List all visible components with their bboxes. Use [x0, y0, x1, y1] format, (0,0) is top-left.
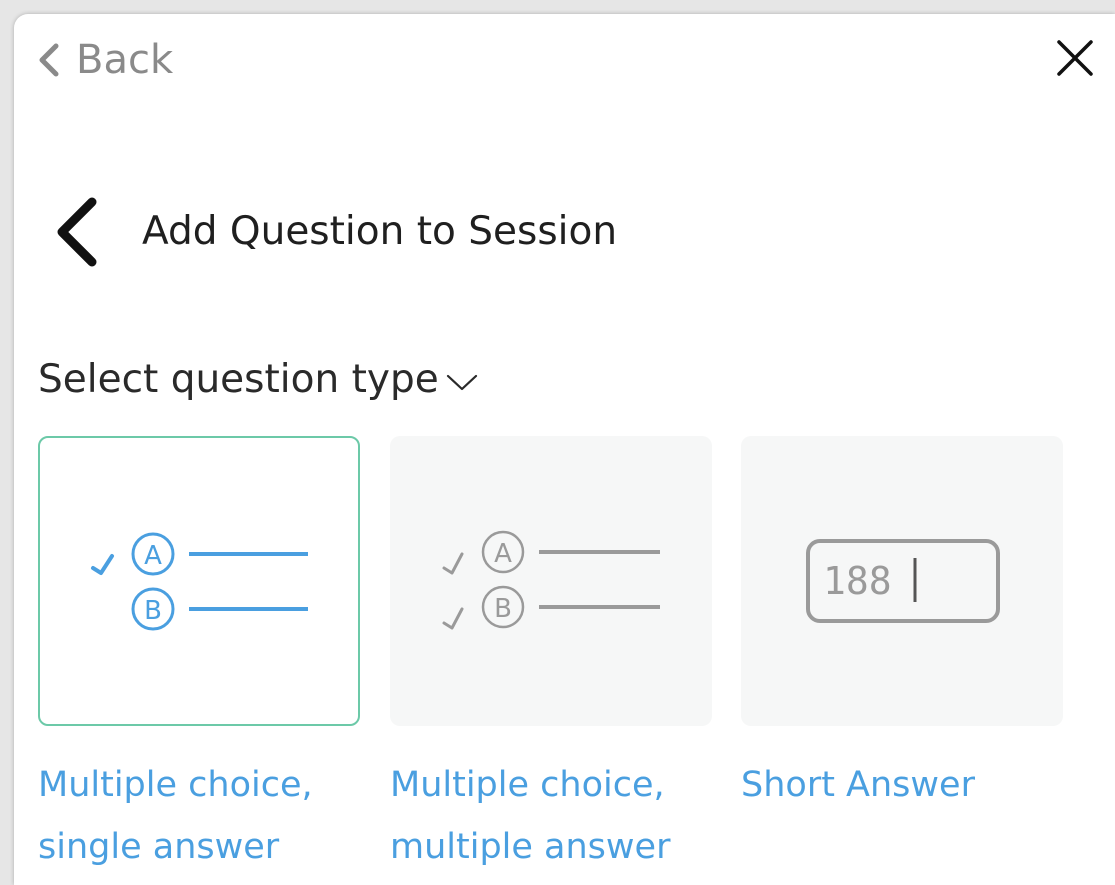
question-type-label: Select question type — [38, 357, 439, 402]
question-type-dropdown[interactable]: Select question type — [38, 356, 479, 404]
short-answer-label-line1: Short Answer — [741, 765, 975, 805]
svg-text:A: A — [144, 541, 162, 571]
close-icon — [1057, 40, 1093, 76]
single-answer-label-line2: single answer — [38, 827, 280, 867]
heading-back-button[interactable] — [54, 196, 114, 268]
question-type-card-multiple-answer[interactable]: A B — [390, 436, 712, 726]
chevron-down-icon — [446, 374, 477, 391]
multiple-answer-label-line1: Multiple choice, — [390, 765, 665, 805]
multiple-answer-icon: A B — [442, 530, 660, 630]
single-answer-icon: A B — [91, 532, 308, 631]
back-link[interactable]: Back — [36, 36, 173, 84]
question-type-card-single-answer[interactable]: A B — [38, 436, 360, 726]
svg-text:B: B — [494, 594, 512, 624]
add-question-panel: Back Add Question to Session Select ques… — [14, 14, 1115, 885]
short-answer-icon: 188 — [806, 539, 1000, 623]
question-type-label-multiple-answer[interactable]: Multiple choice, multiple answer — [390, 754, 720, 878]
heading-row: Add Question to Session — [54, 196, 617, 268]
multiple-answer-label-line2: multiple answer — [390, 827, 671, 867]
svg-text:A: A — [494, 539, 512, 569]
question-type-label-single-answer[interactable]: Multiple choice, single answer — [38, 754, 368, 878]
svg-text:B: B — [144, 596, 162, 626]
question-type-card-short-answer[interactable]: 188 — [741, 436, 1063, 726]
chevron-left-icon — [57, 197, 97, 267]
single-answer-label-line1: Multiple choice, — [38, 765, 313, 805]
page-title: Add Question to Session — [142, 209, 618, 254]
chevron-left-icon — [39, 43, 59, 77]
back-label: Back — [76, 37, 174, 83]
short-answer-sample-value: 188 — [823, 559, 892, 603]
question-type-label-short-answer[interactable]: Short Answer — [741, 754, 1071, 816]
close-button[interactable] — [1053, 36, 1097, 80]
